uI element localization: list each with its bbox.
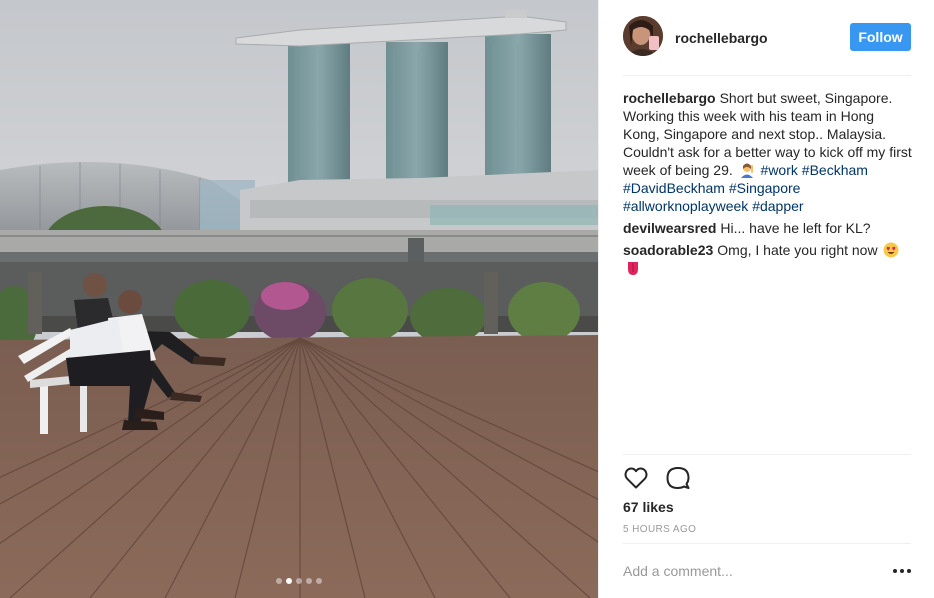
more-dot — [907, 569, 911, 573]
post-side-panel: rochellebargo Follow rochellebargo Short … — [598, 0, 934, 598]
comment-username[interactable]: soadorable23 — [623, 242, 713, 258]
hashtag-link[interactable]: #work — [761, 162, 798, 178]
hashtag-link[interactable]: #Beckham — [802, 162, 868, 178]
more-dot — [900, 569, 904, 573]
divider — [623, 75, 911, 76]
tongue-emoji — [628, 262, 638, 275]
comments-list: rochellebargo Short but sweet, Singapore.… — [623, 89, 913, 281]
woman-raising-hand-emoji — [740, 163, 753, 178]
caption-username[interactable]: rochellebargo — [623, 90, 716, 106]
comment-username[interactable]: devilwearsred — [623, 220, 716, 236]
carousel-dot[interactable] — [296, 578, 302, 584]
carousel-indicator — [0, 578, 598, 584]
more-options-icon[interactable] — [893, 563, 911, 579]
avatar-image — [623, 16, 663, 56]
comment-item: soadorable23 Omg, I hate you right now — [623, 241, 913, 277]
post-author-username[interactable]: rochellebargo — [675, 30, 768, 46]
post-actions — [623, 463, 691, 493]
carousel-dot-active[interactable] — [286, 578, 292, 584]
follow-button[interactable]: Follow — [850, 23, 911, 51]
hashtag-link[interactable]: #dapper — [752, 198, 803, 214]
comment-button[interactable] — [665, 465, 691, 491]
post-timestamp[interactable]: 5 HOURS AGO — [623, 524, 696, 535]
comment-item: devilwearsred Hi... have he left for KL? — [623, 219, 913, 237]
post-image — [0, 0, 598, 598]
heart-eyes-emoji — [883, 242, 899, 258]
heart-icon — [624, 467, 648, 489]
speech-bubble-icon — [666, 467, 690, 489]
avatar[interactable] — [623, 16, 663, 56]
hashtag-link[interactable]: #allworknoplayweek — [623, 198, 748, 214]
comment-text: Omg, I hate you right now — [717, 242, 878, 258]
comment-text: Hi... have he left for KL? — [720, 220, 871, 236]
like-button[interactable] — [623, 465, 649, 491]
hashtag-link[interactable]: #Singapore — [729, 180, 801, 196]
post-photo[interactable] — [0, 0, 598, 598]
more-dot — [893, 569, 897, 573]
add-comment-input[interactable] — [623, 560, 863, 582]
divider — [623, 543, 911, 544]
likes-count[interactable]: 67 likes — [623, 499, 674, 515]
caption: rochellebargo Short but sweet, Singapore.… — [623, 89, 913, 215]
hashtag-link[interactable]: #DavidBeckham — [623, 180, 725, 196]
divider — [623, 454, 911, 455]
carousel-dot[interactable] — [316, 578, 322, 584]
post-header: rochellebargo Follow — [599, 0, 934, 75]
carousel-dot[interactable] — [306, 578, 312, 584]
carousel-dot[interactable] — [276, 578, 282, 584]
